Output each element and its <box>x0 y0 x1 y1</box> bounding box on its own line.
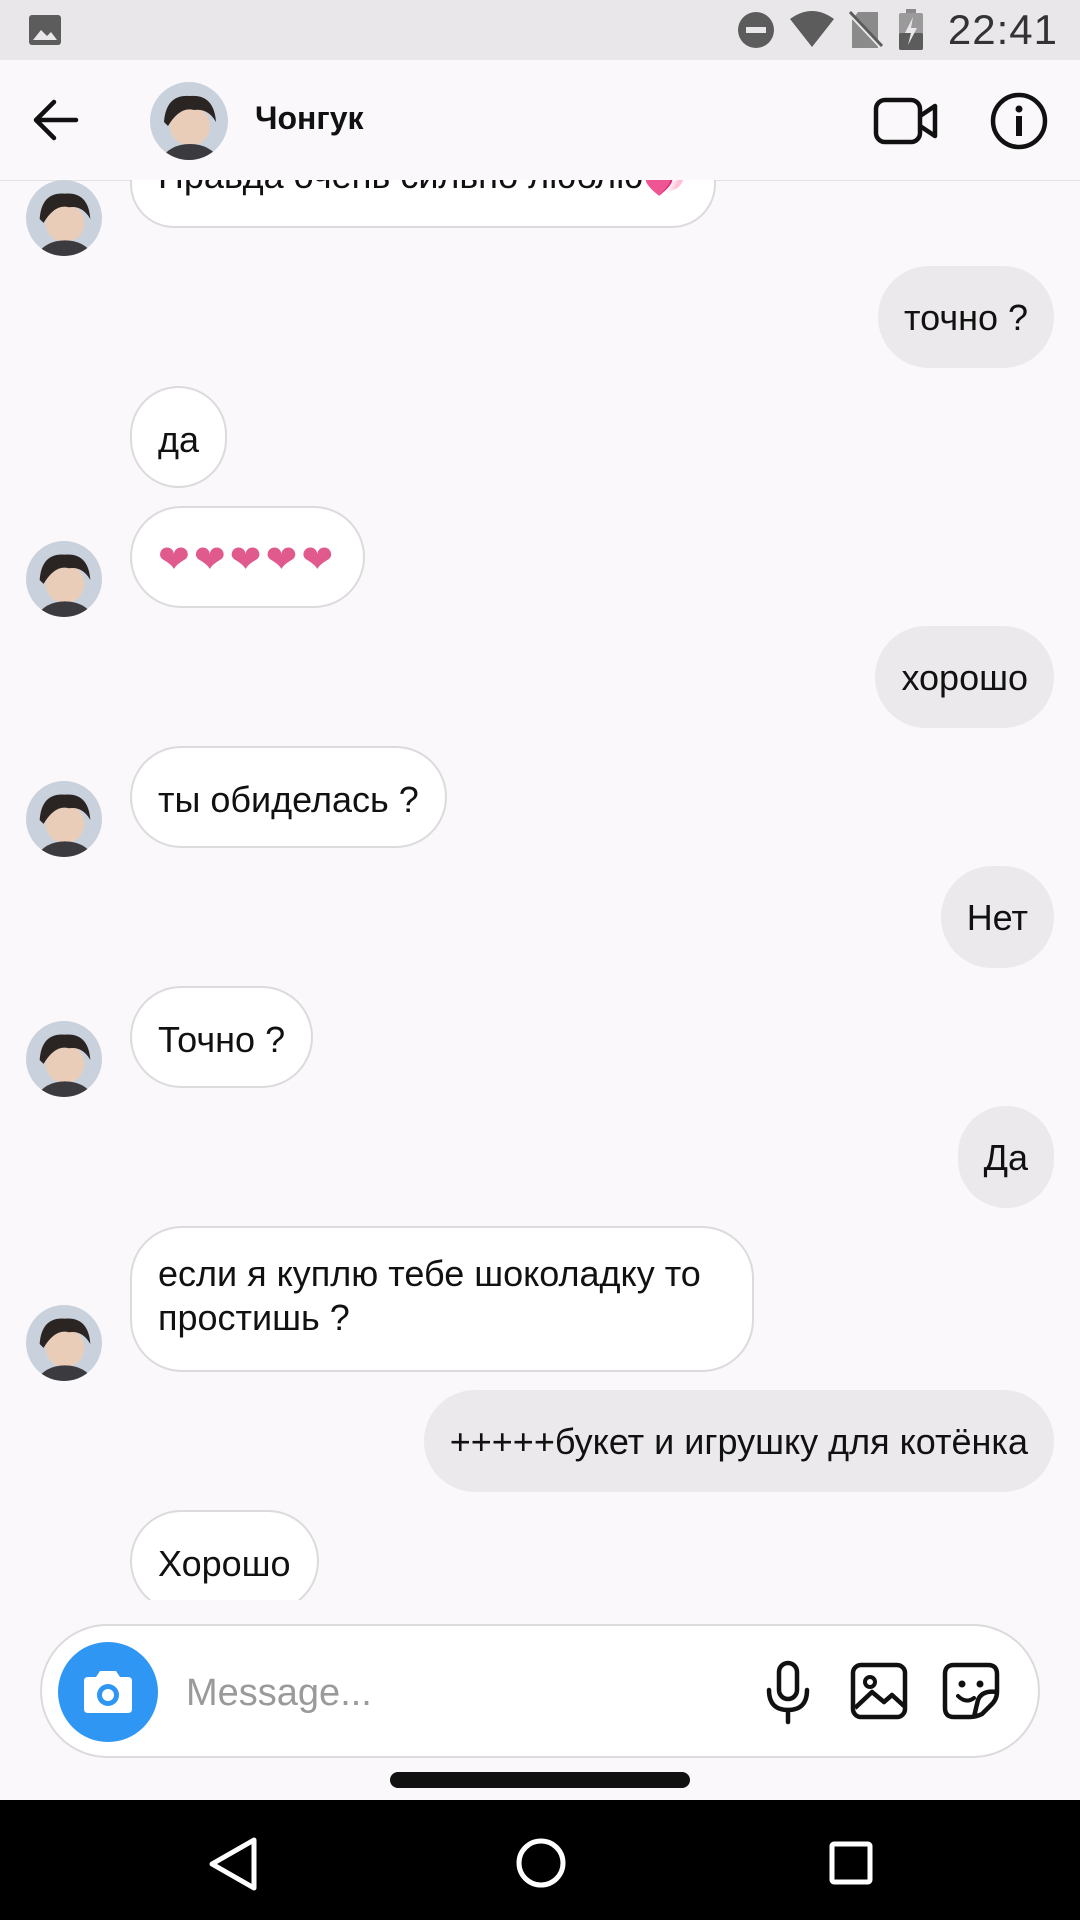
avatar[interactable] <box>26 781 102 857</box>
avatar[interactable] <box>26 1305 102 1381</box>
avatar-image <box>26 541 102 617</box>
message-text: Хорошо <box>158 1543 291 1584</box>
message-text: если я куплю тебе шоколадку то простишь … <box>158 1253 701 1338</box>
message-bubble-incoming[interactable]: ты обиделась ? <box>130 746 447 848</box>
avatar[interactable] <box>26 1021 102 1097</box>
message-bubble-outgoing[interactable]: Да <box>957 1106 1054 1208</box>
info-button[interactable] <box>990 92 1048 150</box>
message-input[interactable] <box>184 1656 748 1730</box>
status-time: 22:41 <box>947 6 1058 53</box>
nav-home-icon[interactable] <box>514 1836 568 1890</box>
avatar[interactable] <box>150 82 228 160</box>
battery-charging-icon <box>898 9 923 50</box>
message-bubble-outgoing[interactable]: хорошо <box>875 626 1054 728</box>
camera-button[interactable] <box>58 1642 158 1742</box>
video-call-button[interactable] <box>873 94 939 148</box>
image-icon <box>29 15 61 45</box>
message-bubble-incoming[interactable]: Хорошо <box>130 1510 319 1600</box>
do-not-disturb-icon <box>737 12 774 48</box>
message-bubble-outgoing[interactable]: Нет <box>940 866 1054 968</box>
message-composer <box>40 1624 1040 1758</box>
message-text: хорошо <box>901 657 1028 698</box>
avatar[interactable] <box>26 541 102 617</box>
gallery-icon[interactable] <box>850 1662 908 1720</box>
message-bubble-incoming[interactable]: если я куплю тебе шоколадку то простишь … <box>130 1226 754 1372</box>
message-text: ❤❤❤❤❤ <box>158 539 338 581</box>
status-bar: 22:41 <box>0 0 1080 60</box>
nav-recents-icon[interactable] <box>828 1840 874 1886</box>
message-bubble-outgoing[interactable]: +++++букет и игрушку для котёнка <box>423 1390 1054 1492</box>
avatar-image <box>26 1021 102 1097</box>
message-bubble-incoming[interactable]: Точно ? <box>130 986 314 1088</box>
contact-name[interactable]: Чонгук <box>255 100 364 137</box>
message-text: Точно ? <box>158 1019 286 1060</box>
home-indicator[interactable] <box>390 1772 690 1788</box>
message-bubble-incoming[interactable]: ❤❤❤❤❤ <box>130 506 366 608</box>
chat-header: Чонгук <box>0 60 1080 181</box>
message-text: да <box>158 419 200 460</box>
nav-back-icon[interactable] <box>206 1836 260 1892</box>
wifi-icon <box>789 11 834 47</box>
message-bubble-incoming[interactable]: да <box>130 386 228 488</box>
avatar-image <box>150 82 228 160</box>
message-bubble-outgoing[interactable]: точно ? <box>878 266 1054 368</box>
message-list[interactable]: Правда очень сильно люблю💞 точно ? да ❤❤… <box>0 180 1080 1600</box>
avatar-image <box>26 781 102 857</box>
message-text: ты обиделась ? <box>158 779 419 820</box>
navigation-bar <box>0 1800 1080 1920</box>
avatar-image <box>26 180 102 256</box>
message-bubble-incoming[interactable]: Правда очень сильно люблю💞 <box>130 180 716 228</box>
message-text: Правда очень сильно люблю💞 <box>158 180 688 196</box>
avatar[interactable] <box>26 180 102 256</box>
sticker-icon[interactable] <box>942 1662 1000 1720</box>
camera-icon <box>84 1671 132 1713</box>
avatar-image <box>26 1305 102 1381</box>
no-sim-icon <box>848 10 884 50</box>
microphone-icon[interactable] <box>764 1660 812 1726</box>
message-text: Да <box>983 1137 1028 1178</box>
back-button[interactable] <box>30 98 80 142</box>
message-text: +++++букет и игрушку для котёнка <box>449 1421 1028 1462</box>
message-text: точно ? <box>904 297 1028 338</box>
message-text: Нет <box>966 897 1028 938</box>
